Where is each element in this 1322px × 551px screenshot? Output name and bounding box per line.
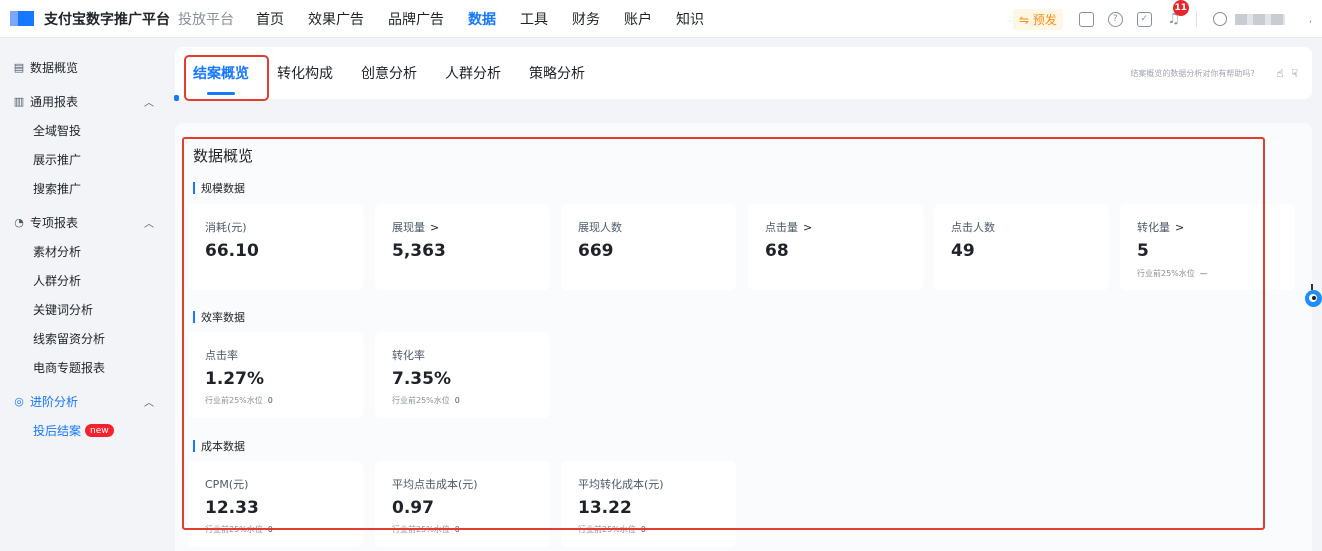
sidebar: ▤ 数据概览 ▥ 通用报表 ︿ 全域智投 展示推广 搜索推广 ◔ 专项报表 ︿ … xyxy=(0,39,165,551)
sidebar-group-label: 专项报表 xyxy=(30,215,79,230)
help-icon[interactable]: ? xyxy=(1107,11,1123,27)
thumb-up-icon[interactable]: ☝ xyxy=(1277,67,1284,80)
scroll-indicator xyxy=(174,95,179,101)
nav-item-performance-ads[interactable]: 效果广告 xyxy=(308,9,364,29)
brand-title: 支付宝数字推广平台 xyxy=(44,11,170,28)
nav-item-brand-ads[interactable]: 品牌广告 xyxy=(388,9,444,29)
chevron-up-icon: ︿ xyxy=(144,97,154,109)
tabs-card: 结案概览 转化构成 创意分析 人群分析 策略分析 结案概览的数据分析对你有帮助吗… xyxy=(175,47,1312,99)
sidebar-item-overview[interactable]: ▤ 数据概览 xyxy=(0,52,165,82)
top-right-tools: ⇋ 预发 ? ✓ ♫ 11 , xyxy=(1012,0,1322,38)
chevron-up-icon: ︿ xyxy=(144,397,154,409)
nav-item-knowledge[interactable]: 知识 xyxy=(676,9,704,29)
logo-icon xyxy=(10,11,36,26)
sidebar-item-display[interactable]: 展示推广 xyxy=(0,145,165,174)
tab-highlight-box xyxy=(184,55,269,101)
bell-icon[interactable]: ♫ 11 xyxy=(1166,0,1189,27)
sidebar-item-leads[interactable]: 线索留资分析 xyxy=(0,324,165,353)
sidebar-item-all-domain[interactable]: 全域智投 xyxy=(0,116,165,145)
sidebar-group-label: 通用报表 xyxy=(30,94,79,109)
tab-audience[interactable]: 人群分析 xyxy=(445,63,501,83)
tab-strategy[interactable]: 策略分析 xyxy=(529,63,585,83)
thumb-down-icon[interactable]: ☟ xyxy=(1291,67,1298,80)
user-icon[interactable] xyxy=(1212,12,1227,26)
feedback-question: 结案概览的数据分析对你有帮助吗? xyxy=(1130,68,1255,78)
nav-item-data[interactable]: 数据 xyxy=(468,9,496,29)
overview-highlight-box xyxy=(182,137,1265,530)
sidebar-item-label: 投后结案 xyxy=(33,424,82,438)
assistant-mascot-icon[interactable] xyxy=(1303,284,1322,312)
nav-item-account[interactable]: 账户 xyxy=(624,9,652,29)
sidebar-item-audience[interactable]: 人群分析 xyxy=(0,266,165,295)
notification-badge: 11 xyxy=(1172,0,1189,16)
new-badge: new xyxy=(85,424,114,437)
chart-icon: ▤ xyxy=(13,60,25,74)
sidebar-group-advanced[interactable]: ◎ 进阶分析 ︿ xyxy=(0,386,165,416)
top-bar: 支付宝数字推广平台 投放平台 首页 效果广告 品牌广告 数据 工具 财务 账户 … xyxy=(0,0,1322,38)
preview-env-button[interactable]: ⇋ 预发 xyxy=(1012,8,1063,30)
sidebar-item-post-campaign[interactable]: 投后结案 new xyxy=(0,416,165,445)
bar-chart-icon: ▥ xyxy=(13,94,25,108)
nav-item-tools[interactable]: 工具 xyxy=(520,9,548,29)
tab-conversion[interactable]: 转化构成 xyxy=(277,63,333,83)
nav-item-finance[interactable]: 财务 xyxy=(572,9,600,29)
sidebar-item-label: 数据概览 xyxy=(30,60,79,75)
magnify-icon: ◎ xyxy=(14,394,24,408)
sidebar-item-material[interactable]: 素材分析 xyxy=(0,237,165,266)
sidebar-group-special-reports[interactable]: ◔ 专项报表 ︿ xyxy=(0,207,165,237)
username-masked[interactable] xyxy=(1234,13,1285,25)
chevron-down-icon[interactable]: , xyxy=(1309,14,1312,25)
chevron-up-icon: ︿ xyxy=(144,218,154,230)
sidebar-group-label: 进阶分析 xyxy=(30,394,79,409)
feedback: 结案概览的数据分析对你有帮助吗? ☝ ☟ xyxy=(1130,47,1298,99)
divider xyxy=(1195,11,1197,27)
task-icon[interactable]: ✓ xyxy=(1136,11,1152,27)
sidebar-item-search[interactable]: 搜索推广 xyxy=(0,174,165,203)
sidebar-group-general-reports[interactable]: ▥ 通用报表 ︿ xyxy=(0,86,165,116)
main-nav: 首页 效果广告 品牌广告 数据 工具 财务 账户 知识 xyxy=(256,9,728,29)
sidebar-item-ecommerce[interactable]: 电商专题报表 xyxy=(0,353,165,382)
tab-creative[interactable]: 创意分析 xyxy=(361,63,417,83)
brand[interactable]: 支付宝数字推广平台 xyxy=(10,9,170,29)
platform-label: 投放平台 xyxy=(178,11,234,28)
nav-item-home[interactable]: 首页 xyxy=(256,9,284,29)
sidebar-item-keyword[interactable]: 关键词分析 xyxy=(0,295,165,324)
tablet-icon[interactable] xyxy=(1078,11,1094,27)
clock-icon: ◔ xyxy=(14,215,24,229)
